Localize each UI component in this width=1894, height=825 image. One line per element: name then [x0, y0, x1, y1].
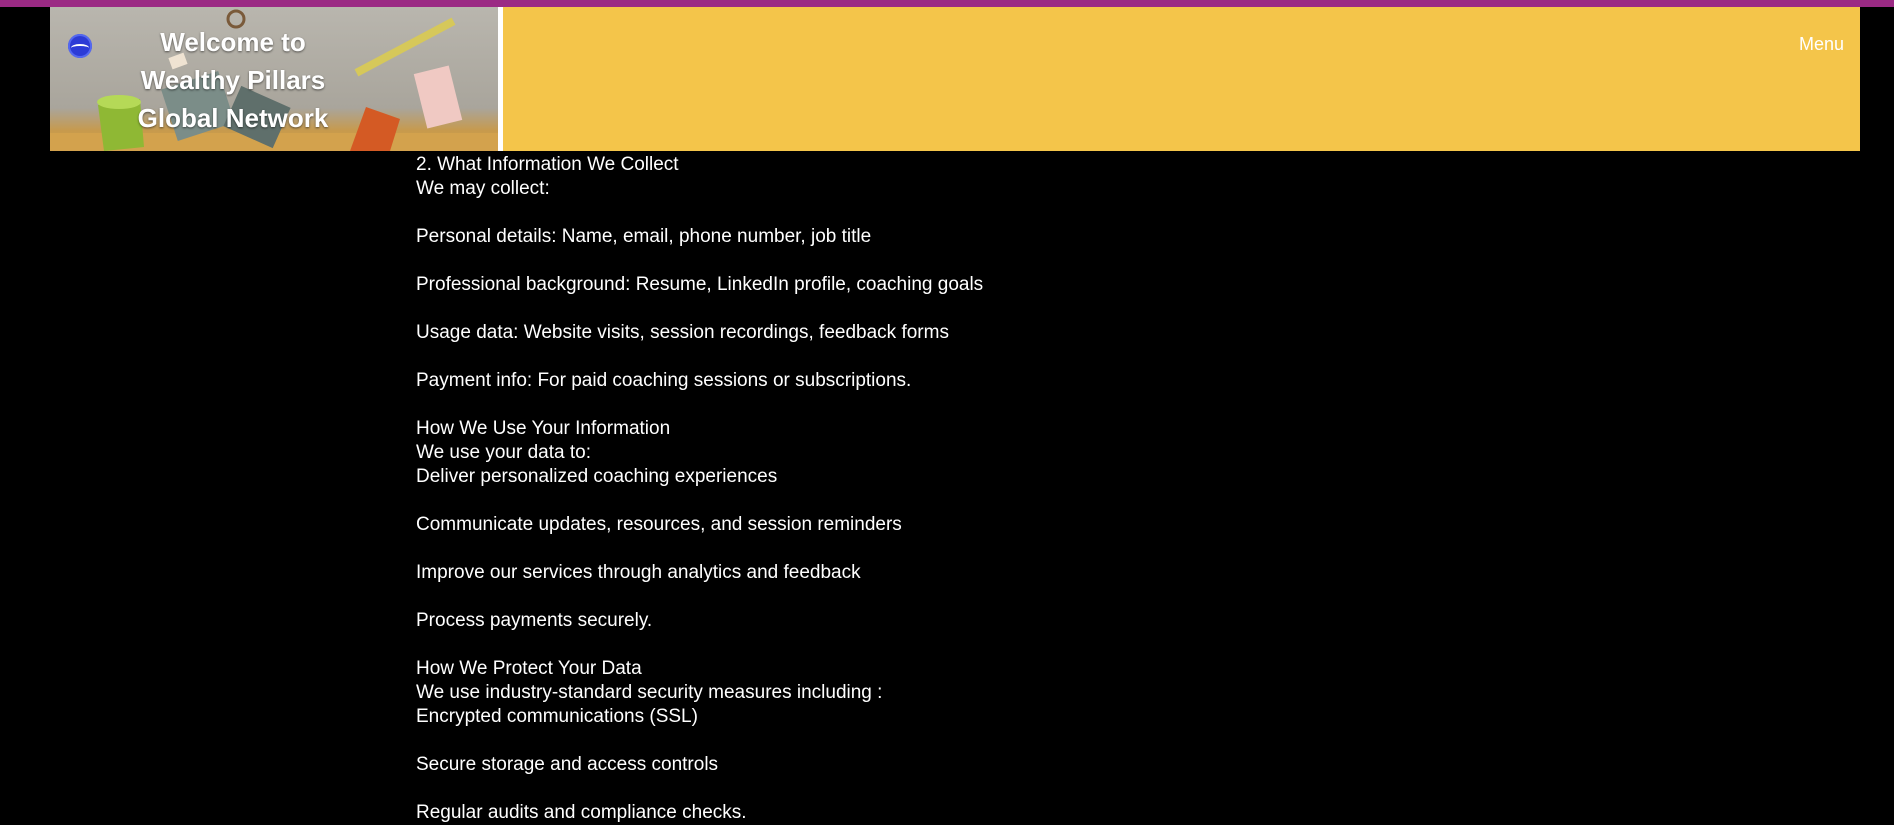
site-title: Welcome to Wealthy Pillars Global Networ…: [108, 23, 358, 137]
pencil-shape: [354, 17, 456, 77]
hero-banner: Welcome to Wealthy Pillars Global Networ…: [50, 7, 498, 151]
privacy-policy-content: 2. What Information We Collect We may co…: [416, 153, 1516, 825]
site-title-line2: Wealthy Pillars: [140, 65, 326, 95]
protect-intro: We use industry-standard security measur…: [416, 682, 883, 703]
use-item-communicate: Communicate updates, resources, and sess…: [416, 514, 902, 535]
use-intro: We use your data to:: [416, 442, 591, 463]
use-item-improve: Improve our services through analytics a…: [416, 562, 861, 583]
protect-item-storage: Secure storage and access controls: [416, 754, 719, 775]
top-accent-strip: [0, 0, 1894, 7]
pink-block-shape: [413, 65, 463, 129]
collect-item-professional: Professional background: Resume, LinkedI…: [416, 274, 984, 295]
protect-item-audits: Regular audits and compliance checks.: [416, 802, 747, 823]
collect-item-payment: Payment info: For paid coaching sessions…: [416, 370, 912, 391]
use-item-deliver: Deliver personalized coaching experience…: [416, 466, 778, 487]
collect-item-usage: Usage data: Website visits, session reco…: [416, 322, 949, 343]
use-item-process: Process payments securely.: [416, 610, 653, 631]
site-header: Welcome to Wealthy Pillars Global Networ…: [50, 7, 1860, 151]
site-title-line1: Welcome to: [160, 27, 306, 57]
protect-heading: How We Protect Your Data: [416, 658, 642, 679]
use-heading: How We Use Your Information: [416, 418, 671, 439]
site-title-line3: Global Network: [137, 103, 329, 133]
collect-item-personal: Personal details: Name, email, phone num…: [416, 226, 872, 247]
protect-item-encrypted: Encrypted communications (SSL): [416, 706, 698, 727]
menu-button[interactable]: Menu: [1799, 34, 1844, 55]
collect-heading: 2. What Information We Collect: [416, 154, 679, 175]
logo-swoosh-icon: [71, 44, 89, 52]
collect-intro: We may collect:: [416, 178, 550, 199]
hero-divider: [498, 7, 503, 151]
